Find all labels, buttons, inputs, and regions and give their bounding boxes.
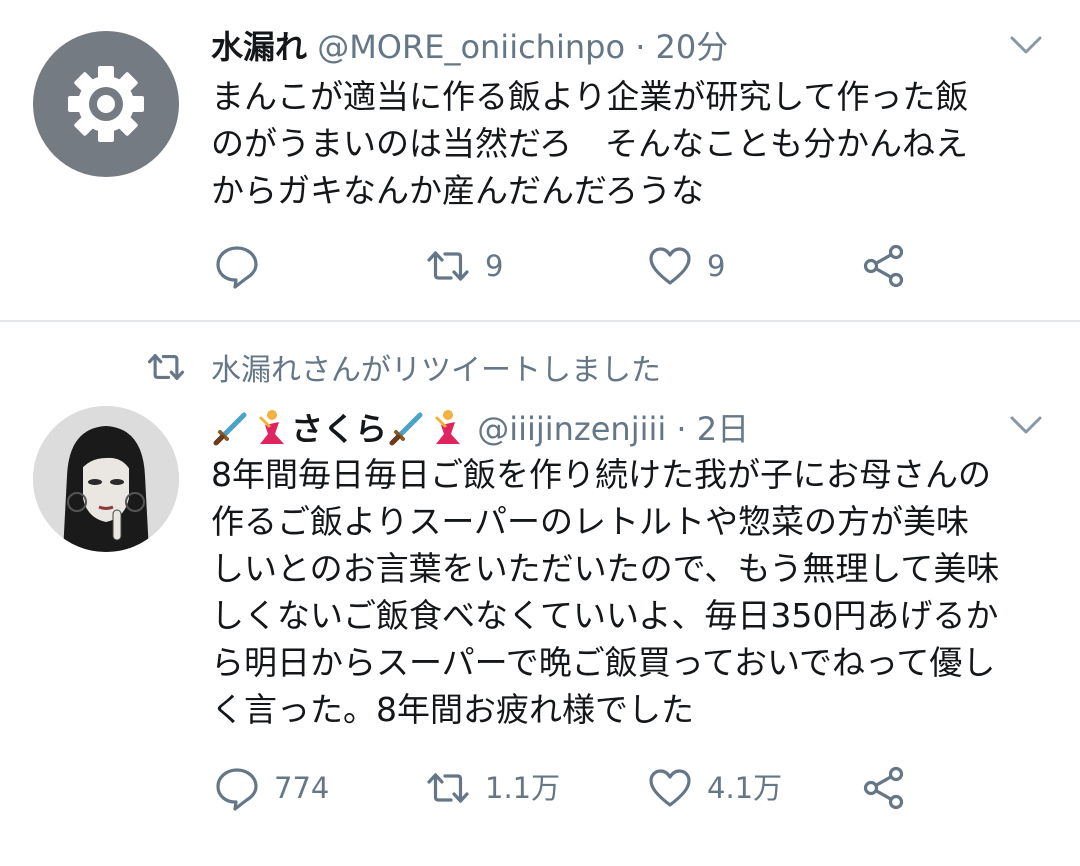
share-icon bbox=[863, 244, 904, 288]
retweet-button[interactable]: 9 bbox=[425, 241, 503, 291]
heart-icon bbox=[649, 247, 691, 285]
timestamp[interactable]: 2日 bbox=[697, 410, 749, 448]
avatar[interactable] bbox=[33, 406, 179, 552]
tweet-actions: 774 1.1万 4.1万 bbox=[211, 763, 931, 813]
dagger-emoji-icon bbox=[213, 412, 247, 446]
share-button[interactable] bbox=[861, 763, 907, 813]
chevron-down-icon[interactable] bbox=[1006, 412, 1046, 438]
reply-icon bbox=[216, 246, 258, 289]
tweet-actions: 9 9 bbox=[211, 241, 931, 291]
reply-icon bbox=[216, 768, 258, 811]
tweet-header: さくら @iiijinzenjiii · 2日 bbox=[211, 404, 1010, 454]
author-handle[interactable]: @iiijinzenjiii bbox=[477, 410, 666, 448]
author-handle[interactable]: @MORE_oniichinpo bbox=[317, 28, 625, 66]
retweet-icon bbox=[427, 773, 469, 803]
reply-button[interactable] bbox=[214, 241, 274, 291]
tweet[interactable]: 水漏れさんがリツイートしました さくら @iiijinzenjiii · 2日 … bbox=[0, 322, 1080, 866]
author-name[interactable]: さくら bbox=[291, 410, 387, 448]
separator: · bbox=[676, 410, 687, 448]
retweeted-by-banner[interactable]: 水漏れさんがリツイートしました bbox=[146, 342, 661, 392]
tweet-header: 水漏れ @MORE_oniichinpo · 20分 bbox=[211, 22, 1010, 72]
like-count: 9 bbox=[707, 249, 726, 283]
timestamp[interactable]: 20分 bbox=[656, 28, 729, 66]
chevron-down-icon[interactable] bbox=[1006, 32, 1046, 58]
dancer-emoji-icon bbox=[259, 410, 284, 444]
tweet-text: まんこが適当に作る飯より企業が研究して作った飯 のがうまいのは当然だろ そんなこ… bbox=[211, 77, 969, 210]
heart-icon bbox=[649, 769, 691, 807]
share-button[interactable] bbox=[861, 241, 907, 291]
like-button[interactable]: 9 bbox=[647, 241, 725, 291]
profile-illustration bbox=[33, 406, 179, 552]
retweet-count: 1.1万 bbox=[485, 771, 561, 805]
reply-button[interactable]: 774 bbox=[214, 763, 329, 813]
tweet[interactable]: 水漏れ @MORE_oniichinpo · 20分 まんこが適当に作る飯より企… bbox=[0, 0, 1080, 320]
retweet-button[interactable]: 1.1万 bbox=[425, 763, 560, 813]
gear-icon bbox=[68, 66, 144, 142]
dancer-emoji-icon bbox=[435, 410, 461, 444]
retweet-icon bbox=[147, 354, 185, 380]
like-count: 4.1万 bbox=[707, 771, 783, 805]
avatar[interactable] bbox=[33, 31, 179, 177]
retweet-count: 9 bbox=[485, 249, 504, 283]
retweeted-by-text: 水漏れさんがリツイートしました bbox=[211, 353, 661, 388]
like-button[interactable]: 4.1万 bbox=[647, 763, 782, 813]
separator: · bbox=[635, 28, 646, 66]
reply-count: 774 bbox=[274, 771, 330, 805]
retweet-icon bbox=[427, 251, 469, 281]
dagger-emoji-icon bbox=[389, 412, 423, 446]
author-name[interactable]: 水漏れ bbox=[211, 28, 307, 66]
share-icon bbox=[863, 766, 904, 810]
tweet-text: 8年間毎日毎日ご飯を作り続けた我が子にお母さんの 作るご飯よりスーパーのレトルト… bbox=[211, 455, 1000, 729]
